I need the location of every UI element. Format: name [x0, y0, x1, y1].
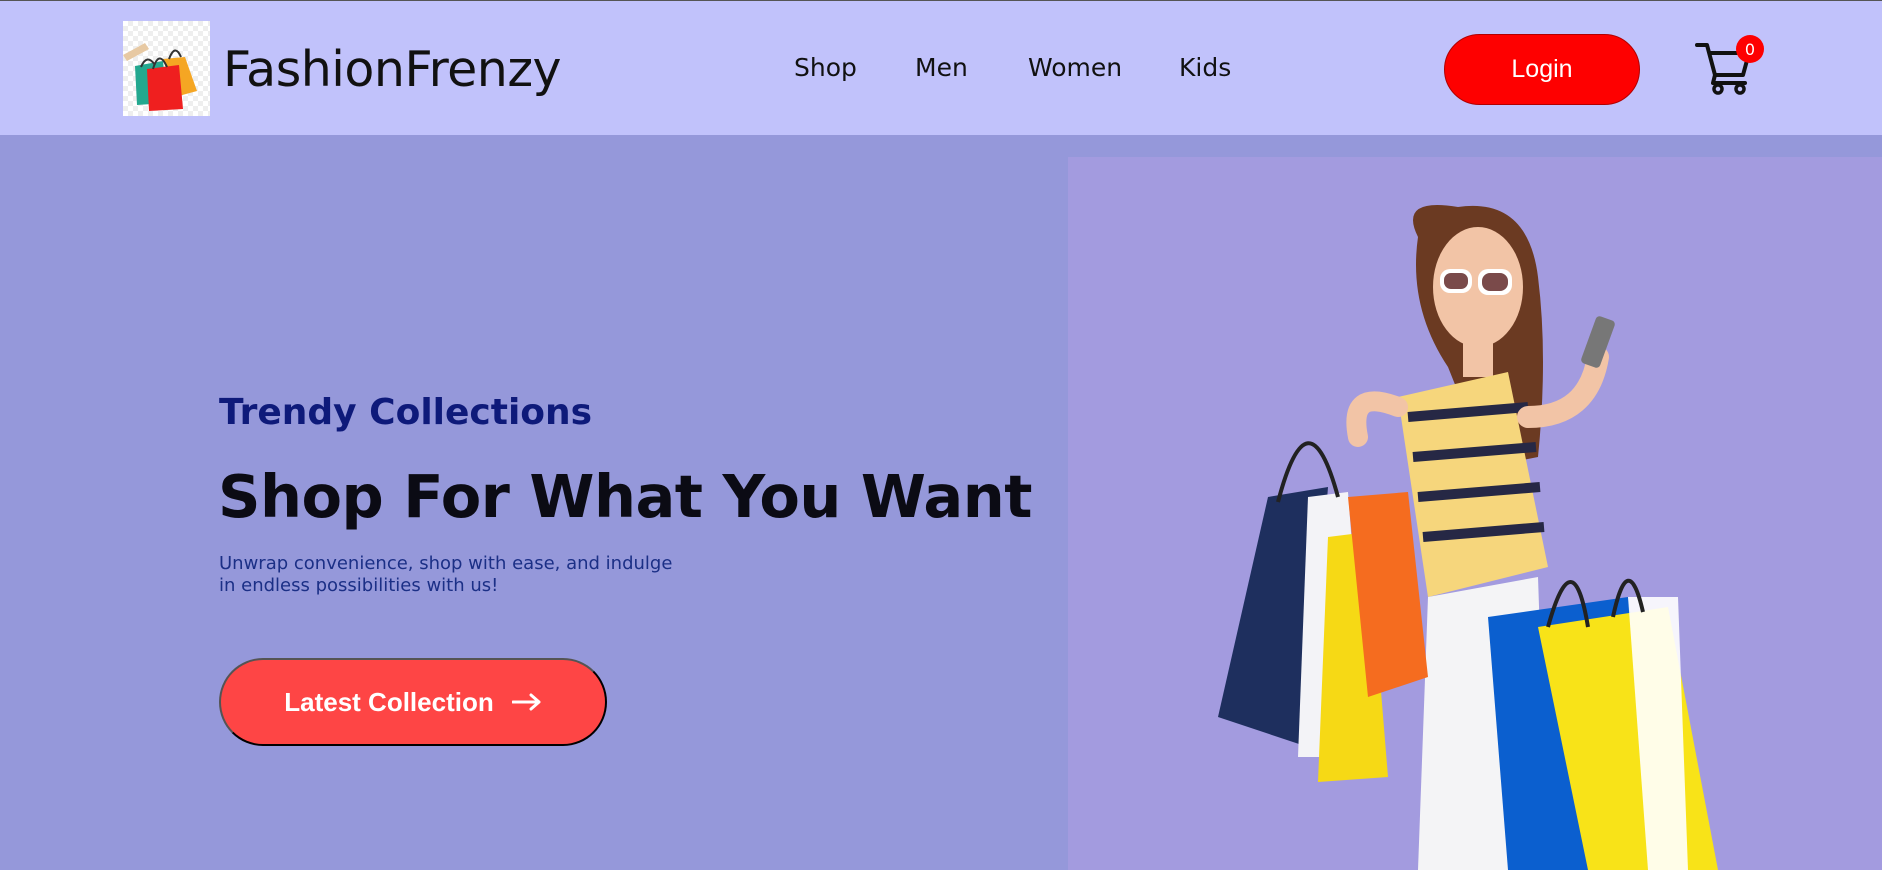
- site-header: FashionFrenzy Shop Men Women Kids Login …: [0, 0, 1882, 135]
- hero-image: [1068, 157, 1882, 870]
- shopping-bags-icon: [123, 43, 197, 111]
- arrow-right-icon: [511, 693, 541, 711]
- latest-collection-button[interactable]: Latest Collection: [219, 658, 607, 746]
- cta-label: Latest Collection: [284, 686, 494, 717]
- hero-kicker: Trendy Collections: [219, 392, 593, 433]
- woman-with-shopping-bags-photo: [1068, 157, 1882, 870]
- nav-item-shop[interactable]: Shop: [794, 53, 857, 82]
- login-button[interactable]: Login: [1444, 34, 1640, 105]
- landing-page: FashionFrenzy Shop Men Women Kids Login …: [0, 0, 1882, 870]
- hero-headline: Shop For What You Want: [218, 462, 1032, 531]
- nav-item-women[interactable]: Women: [1028, 53, 1122, 82]
- hero-subtext: Unwrap convenience, shop with ease, and …: [219, 553, 673, 596]
- logo[interactable]: [123, 21, 210, 116]
- cart-count-badge: 0: [1736, 35, 1764, 63]
- brand-name[interactable]: FashionFrenzy: [223, 41, 562, 98]
- nav-item-men[interactable]: Men: [915, 53, 968, 82]
- nav-item-kids[interactable]: Kids: [1179, 53, 1231, 82]
